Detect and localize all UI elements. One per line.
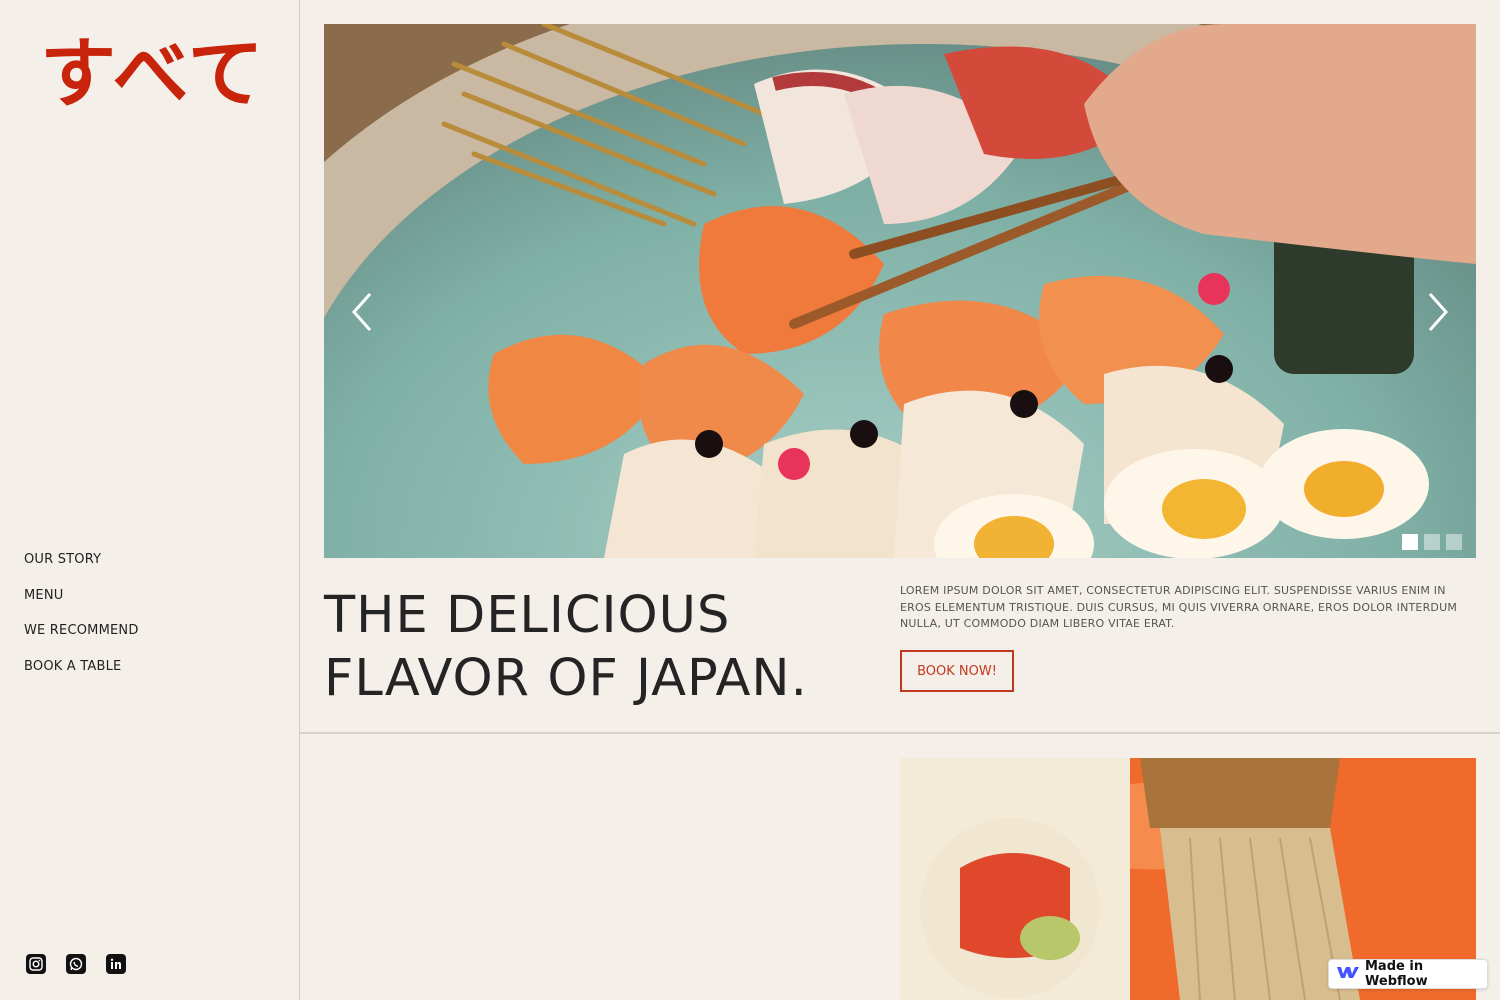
section-divider bbox=[300, 732, 1500, 734]
logo[interactable]: すべて bbox=[40, 36, 266, 112]
book-now-button[interactable]: BOOK NOW! bbox=[900, 650, 1014, 692]
whatsapp-icon[interactable] bbox=[66, 954, 86, 974]
nav-item-menu[interactable]: MENU bbox=[24, 588, 139, 624]
instagram-icon[interactable] bbox=[26, 954, 46, 974]
hero-slider bbox=[324, 24, 1476, 558]
sidebar: すべて OUR STORY MENU WE RECOMMEND BOOK A T… bbox=[0, 0, 300, 1000]
slider-dots bbox=[1402, 534, 1462, 550]
intro-description: LOREM IPSUM DOLOR SIT AMET, CONSECTETUR … bbox=[900, 584, 1458, 630]
webflow-badge-label: Made in Webflow bbox=[1365, 959, 1428, 989]
nav-item-our-story[interactable]: OUR STORY bbox=[24, 552, 139, 588]
linkedin-icon[interactable] bbox=[106, 954, 126, 974]
nav-item-book-a-table[interactable]: BOOK A TABLE bbox=[24, 659, 139, 695]
made-in-webflow-badge[interactable]: Made in Webflow bbox=[1328, 959, 1488, 989]
headline-line-1: THE DELICIOUS bbox=[324, 586, 731, 645]
main-nav: OUR STORY MENU WE RECOMMEND BOOK A TABLE bbox=[24, 552, 139, 694]
slider-prev-arrow[interactable] bbox=[348, 290, 378, 334]
slider-dot-1[interactable] bbox=[1402, 534, 1418, 550]
slider-next-arrow[interactable] bbox=[1422, 290, 1452, 334]
slider-dot-2[interactable] bbox=[1424, 534, 1440, 550]
headline-line-2: FLAVOR OF JAPAN. bbox=[324, 649, 808, 708]
slider-dot-3[interactable] bbox=[1446, 534, 1462, 550]
nav-item-we-recommend[interactable]: WE RECOMMEND bbox=[24, 623, 139, 659]
social-links bbox=[26, 954, 126, 974]
page-title: THE DELICIOUS FLAVOR OF JAPAN. bbox=[324, 584, 884, 710]
hero-image bbox=[324, 24, 1476, 558]
webflow-logo-icon bbox=[1337, 965, 1359, 983]
